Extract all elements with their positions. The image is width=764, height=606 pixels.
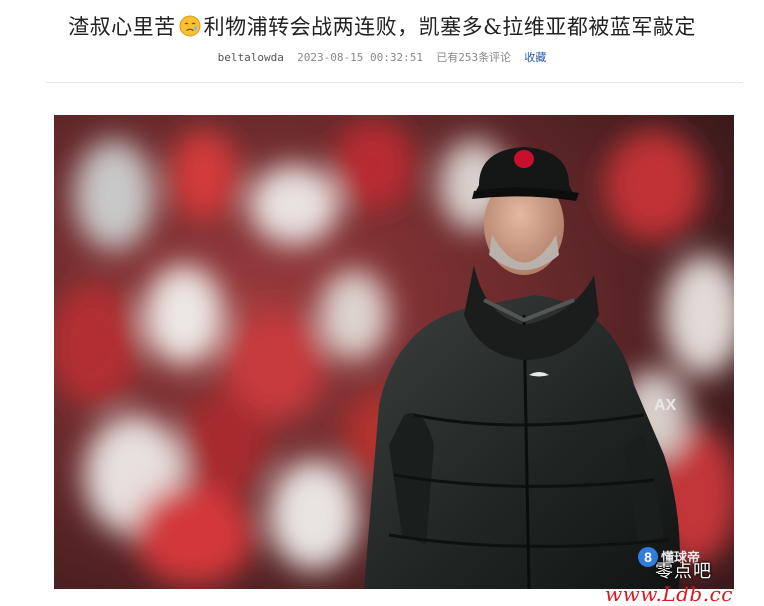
favorite-link[interactable]: 收藏 <box>524 51 546 64</box>
svg-text:AX: AX <box>654 397 677 414</box>
title-part-1: 渣叔心里苦 <box>68 15 176 39</box>
comment-count[interactable]: 已有253条评论 <box>436 51 511 64</box>
header-divider <box>45 82 743 83</box>
article-title: 渣叔心里苦 利物浦转会战两连败，凯塞多&拉维亚都被蓝军敲定 <box>0 11 764 41</box>
coach-photo-illustration: AX <box>54 115 734 589</box>
watermark-badge-number: 8 <box>644 549 652 565</box>
article-photo: AX <box>54 115 734 589</box>
watermark-site-name: 零点吧 <box>655 561 712 582</box>
watermark-url: www.Ldb.cc <box>605 582 733 606</box>
author-name[interactable]: beltalowda <box>218 51 284 64</box>
article-meta: beltalowda 2023-08-15 00:32:51 已有253条评论 … <box>0 49 764 65</box>
sad-face-emoji-icon <box>179 15 201 37</box>
publish-datetime: 2023-08-15 00:32:51 <box>297 51 423 64</box>
title-part-2: 利物浦转会战两连败，凯塞多&拉维亚都被蓝军敲定 <box>203 15 696 39</box>
